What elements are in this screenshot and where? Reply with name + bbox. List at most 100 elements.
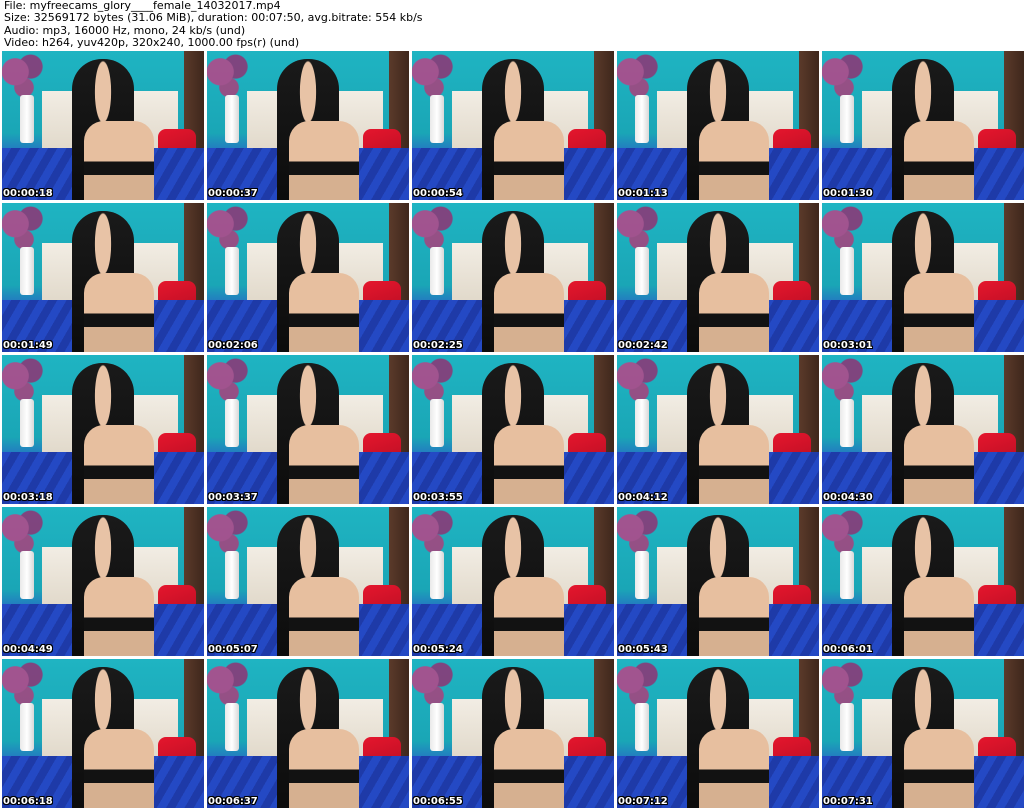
thumbnail-timestamp: 00:06:01 — [823, 644, 873, 655]
thumbnail-timestamp: 00:01:49 — [3, 340, 53, 351]
frame-image-layer — [430, 399, 444, 447]
thumbnail-timestamp: 00:00:18 — [3, 188, 53, 199]
thumbnail-timestamp: 00:00:54 — [413, 188, 463, 199]
video-thumbnail: 00:05:07 — [207, 507, 409, 656]
frame-image-layer — [84, 273, 154, 352]
frame-image-layer — [84, 121, 154, 200]
video-thumbnail: 00:03:55 — [412, 355, 614, 504]
thumbnail-timestamp: 00:05:07 — [208, 644, 258, 655]
thumbnail-timestamp: 00:05:43 — [618, 644, 668, 655]
frame-image-layer — [635, 95, 649, 143]
video-thumbnail: 00:04:30 — [822, 355, 1024, 504]
video-info-line: Video: h264, yuv420p, 320x240, 1000.00 f… — [4, 36, 300, 50]
video-thumbnail: 00:07:31 — [822, 659, 1024, 808]
frame-image-layer — [840, 703, 854, 751]
thumbnail-timestamp: 00:07:31 — [823, 796, 873, 807]
video-thumbnail: 00:04:49 — [2, 507, 204, 656]
thumbnail-timestamp: 00:05:24 — [413, 644, 463, 655]
thumbnail-timestamp: 00:07:12 — [618, 796, 668, 807]
video-thumbnail: 00:04:12 — [617, 355, 819, 504]
frame-image-layer — [225, 703, 239, 751]
frame-image-layer — [84, 577, 154, 656]
frame-image-layer — [20, 703, 34, 751]
frame-image-layer — [84, 729, 154, 808]
frame-image-layer — [20, 247, 34, 295]
frame-image-layer — [430, 551, 444, 599]
thumbnail-timestamp: 00:01:13 — [618, 188, 668, 199]
frame-image-layer — [225, 399, 239, 447]
file-size-line: Size: 32569172 bytes (31.06 MiB), durati… — [4, 11, 423, 25]
frame-image-layer — [699, 121, 769, 200]
frame-image-layer — [289, 729, 359, 808]
frame-image-layer — [699, 425, 769, 504]
thumbnail-timestamp: 00:06:37 — [208, 796, 258, 807]
frame-image-layer — [635, 703, 649, 751]
frame-image-layer — [494, 121, 564, 200]
thumbnail-grid: 00:00:18 00:00:37 00:00:54 00:01:13 00:01:30… — [2, 51, 1024, 811]
frame-image-layer — [699, 273, 769, 352]
thumbnail-timestamp: 00:04:49 — [3, 644, 53, 655]
thumbnail-timestamp: 00:03:18 — [3, 492, 53, 503]
frame-image-layer — [430, 95, 444, 143]
thumbnail-timestamp: 00:04:12 — [618, 492, 668, 503]
video-thumbnail: 00:03:37 — [207, 355, 409, 504]
frame-image-layer — [289, 121, 359, 200]
video-thumbnail: 00:06:37 — [207, 659, 409, 808]
video-thumbnail: 00:05:24 — [412, 507, 614, 656]
thumbnail-timestamp: 00:03:55 — [413, 492, 463, 503]
thumbnail-timestamp: 00:00:37 — [208, 188, 258, 199]
video-thumbnail: 00:02:06 — [207, 203, 409, 352]
video-thumbnail: 00:06:01 — [822, 507, 1024, 656]
frame-image-layer — [699, 729, 769, 808]
video-thumbnail: 00:06:18 — [2, 659, 204, 808]
frame-image-layer — [494, 729, 564, 808]
frame-image-layer — [225, 551, 239, 599]
video-thumbnail: 00:00:18 — [2, 51, 204, 200]
video-thumbnail: 00:01:30 — [822, 51, 1024, 200]
frame-image-layer — [840, 551, 854, 599]
frame-image-layer — [840, 95, 854, 143]
frame-image-layer — [699, 577, 769, 656]
frame-image-layer — [20, 95, 34, 143]
frame-image-layer — [225, 95, 239, 143]
video-thumbnail: 00:07:12 — [617, 659, 819, 808]
frame-image-layer — [635, 551, 649, 599]
frame-image-layer — [289, 425, 359, 504]
thumbnail-timestamp: 00:02:06 — [208, 340, 258, 351]
thumbnail-timestamp: 00:06:18 — [3, 796, 53, 807]
thumbnail-timestamp: 00:03:37 — [208, 492, 258, 503]
thumbnail-timestamp: 00:06:55 — [413, 796, 463, 807]
video-thumbnail: 00:01:49 — [2, 203, 204, 352]
frame-image-layer — [904, 425, 974, 504]
video-thumbnail: 00:01:13 — [617, 51, 819, 200]
frame-image-layer — [904, 273, 974, 352]
frame-image-layer — [225, 247, 239, 295]
video-thumbnail: 00:03:01 — [822, 203, 1024, 352]
thumbnail-timestamp: 00:02:25 — [413, 340, 463, 351]
video-thumbnail: 00:03:18 — [2, 355, 204, 504]
frame-image-layer — [430, 247, 444, 295]
thumbnail-timestamp: 00:02:42 — [618, 340, 668, 351]
frame-image-layer — [430, 703, 444, 751]
frame-image-layer — [20, 551, 34, 599]
frame-image-layer — [84, 425, 154, 504]
file-info-header: File: myfreecams_glory____female_1403201… — [4, 0, 1020, 50]
thumbnail-timestamp: 00:01:30 — [823, 188, 873, 199]
video-thumbnail: 00:00:54 — [412, 51, 614, 200]
frame-image-layer — [904, 729, 974, 808]
video-thumbnail: 00:05:43 — [617, 507, 819, 656]
frame-image-layer — [494, 577, 564, 656]
frame-image-layer — [635, 399, 649, 447]
frame-image-layer — [840, 247, 854, 295]
frame-image-layer — [494, 273, 564, 352]
frame-image-layer — [20, 399, 34, 447]
thumbnail-timestamp: 00:03:01 — [823, 340, 873, 351]
frame-image-layer — [904, 577, 974, 656]
frame-image-layer — [289, 577, 359, 656]
video-thumbnail: 00:02:42 — [617, 203, 819, 352]
video-thumbnail: 00:06:55 — [412, 659, 614, 808]
video-thumbnail: 00:00:37 — [207, 51, 409, 200]
video-thumbnail: 00:02:25 — [412, 203, 614, 352]
thumbnail-timestamp: 00:04:30 — [823, 492, 873, 503]
frame-image-layer — [635, 247, 649, 295]
